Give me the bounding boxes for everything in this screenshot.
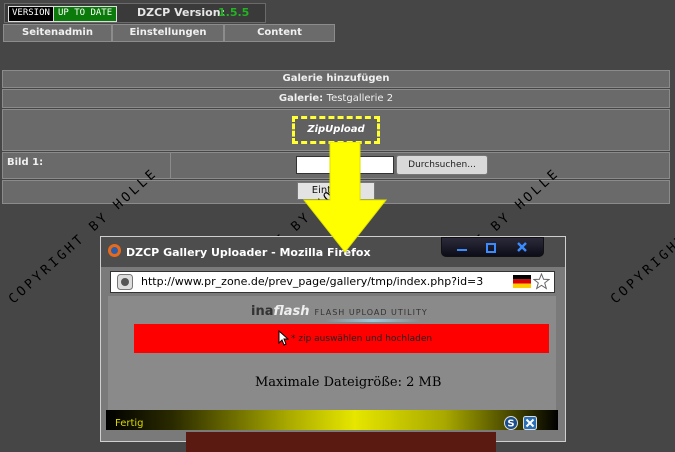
version-badge: VERSION UP TO DATE xyxy=(8,6,118,22)
gallery-name: Testgallerie 2 xyxy=(326,93,394,104)
logo-swoosh xyxy=(325,319,421,322)
admin-nav: Seitenadmin Einstellungen Content xyxy=(3,24,335,42)
cell-divider xyxy=(170,152,171,179)
window-controls xyxy=(441,237,544,257)
max-file-size: Maximale Dateigröße: 2 MB xyxy=(255,375,442,390)
status-text: Fertig xyxy=(115,418,144,429)
url-text: http://www.pr_zone.de/prev_page/gallery/… xyxy=(141,275,484,288)
cursor-icon xyxy=(278,330,289,346)
gallery-label: Galerie: xyxy=(278,93,324,104)
image-label: Bild 1: xyxy=(7,157,44,168)
logo-tagline: FLASH UPLOAD UTILITY xyxy=(314,308,428,317)
upload-prompt: * zip auswählen und hochladen xyxy=(291,334,433,344)
nav-content[interactable]: Content xyxy=(224,24,335,42)
close-icon[interactable] xyxy=(516,241,528,253)
logo-ina: ina xyxy=(251,304,274,319)
restore-icon[interactable] xyxy=(486,241,498,253)
german-flag-icon xyxy=(513,275,531,288)
zip-upload-button[interactable]: ZipUpload xyxy=(292,116,380,144)
logo-flash: flash xyxy=(273,304,310,319)
svg-text:S: S xyxy=(507,419,514,430)
dzcp-version-label: DZCP Version: xyxy=(137,6,225,19)
firefox-icon xyxy=(108,244,121,257)
gallery-row: Galerie: Testgallerie 2 xyxy=(2,89,670,108)
status-x-icon[interactable] xyxy=(523,416,537,430)
bookmark-star-icon[interactable] xyxy=(533,273,550,290)
form-header: Galerie hinzufügen xyxy=(2,70,670,88)
browse-button[interactable]: Durchsuchen... xyxy=(396,155,488,175)
site-icon[interactable] xyxy=(117,274,133,290)
dzcp-version-value: 1.5.5 xyxy=(218,6,250,19)
minimize-icon[interactable] xyxy=(456,242,468,252)
version-badge-label: VERSION xyxy=(9,7,53,21)
background-page-strip xyxy=(186,432,496,452)
version-badge-status: UP TO DATE xyxy=(52,7,117,21)
down-arrow-annotation xyxy=(302,142,388,253)
status-s-icon[interactable]: S xyxy=(504,416,518,430)
inaflash-logo: ina flash FLASH UPLOAD UTILITY xyxy=(251,304,428,319)
popup-statusbar xyxy=(106,410,558,430)
nav-seitenadmin[interactable]: Seitenadmin xyxy=(3,24,112,42)
nav-einstellungen[interactable]: Einstellungen xyxy=(112,24,224,42)
